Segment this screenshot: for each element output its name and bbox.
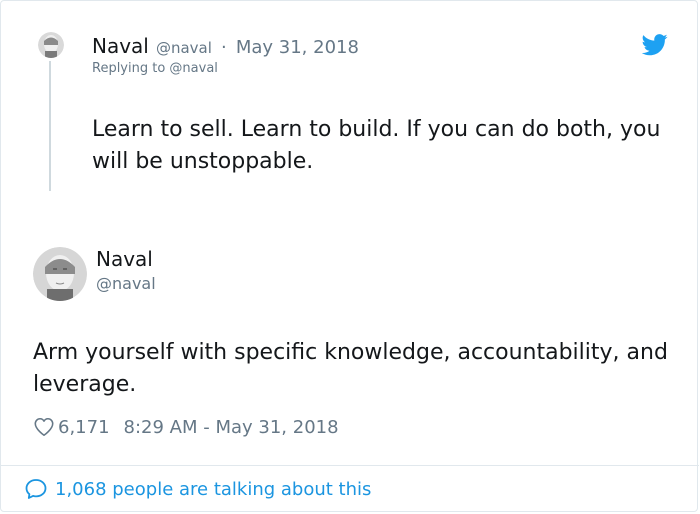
parent-avatar[interactable] xyxy=(38,32,64,58)
speech-bubble-icon xyxy=(25,479,47,499)
replying-to[interactable]: Replying to @naval xyxy=(92,61,218,76)
tweet-timestamp[interactable]: 8:29 AM - May 31, 2018 xyxy=(124,417,339,438)
header-separator: · xyxy=(221,37,227,58)
footer-divider xyxy=(1,465,699,466)
parent-author-name[interactable]: Naval xyxy=(92,34,149,58)
parent-header: Naval @naval · May 31, 2018 xyxy=(92,34,359,58)
conversation-link[interactable]: 1,068 people are talking about this xyxy=(24,477,371,501)
main-tweet-text: Arm yourself with specific knowledge, ac… xyxy=(33,340,668,397)
parent-author-handle[interactable]: @naval xyxy=(156,39,212,57)
like-count[interactable]: 6,171 xyxy=(58,417,110,438)
tweet-meta: 6,171 8:29 AM - May 31, 2018 xyxy=(33,414,339,440)
twitter-bird-icon[interactable] xyxy=(642,34,668,56)
thread-line xyxy=(49,61,51,191)
heart-icon[interactable] xyxy=(33,416,55,438)
conversation-count-text[interactable]: 1,068 people are talking about this xyxy=(55,479,371,500)
parent-date[interactable]: May 31, 2018 xyxy=(236,37,359,58)
main-author-name[interactable]: Naval xyxy=(96,247,153,271)
tweet-embed-card: Naval @naval · May 31, 2018 Replying to … xyxy=(0,0,699,512)
main-author-handle[interactable]: @naval xyxy=(96,274,156,293)
main-avatar[interactable] xyxy=(33,247,87,301)
parent-tweet-text: Learn to sell. Learn to build. If you ca… xyxy=(92,117,661,174)
